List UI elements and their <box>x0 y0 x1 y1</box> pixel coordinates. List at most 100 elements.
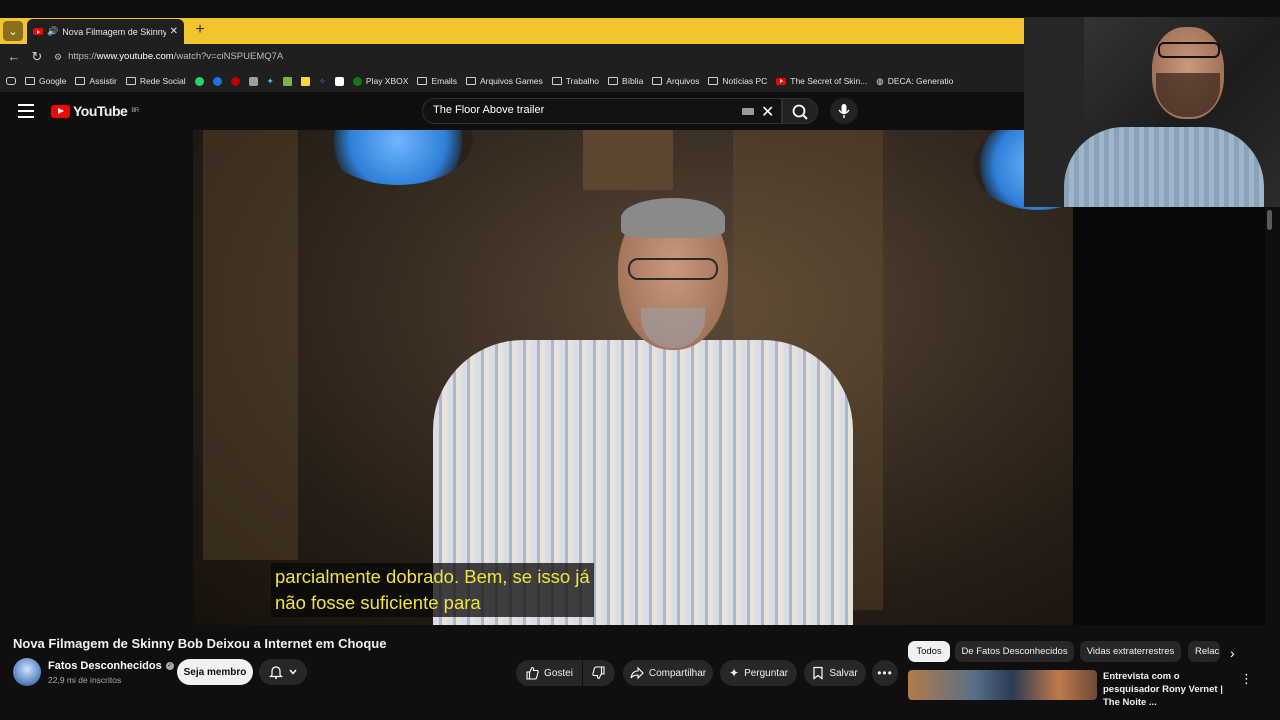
chip-relac[interactable]: Relac <box>1188 641 1220 662</box>
folder-icon <box>417 77 428 85</box>
bookmark-gray[interactable] <box>248 76 258 86</box>
tab-search-chevron-icon[interactable]: ⌄ <box>3 21 23 41</box>
reload-icon[interactable]: ↻ <box>29 49 45 65</box>
folder-icon <box>551 77 562 85</box>
sparkle-icon: ✦ <box>266 75 274 86</box>
bookmark-rede-social[interactable]: Rede Social <box>125 76 186 86</box>
apps-icon[interactable] <box>6 77 16 85</box>
channel-name-row[interactable]: Fatos Desconhecidos ✓ <box>48 660 174 672</box>
verified-check-icon: ✓ <box>165 662 174 670</box>
streamer-shirt <box>1064 127 1264 207</box>
clear-search-icon[interactable]: ✕ <box>761 102 774 122</box>
caption-line: parcialmente dobrado. Bem, se isso já <box>275 566 590 587</box>
menu-hamburger-icon[interactable] <box>18 104 34 118</box>
porthole-window <box>323 130 473 185</box>
share-arrow-icon <box>630 666 644 680</box>
more-vertical-icon[interactable]: ⋮ <box>1240 671 1253 687</box>
url-path: /watch?v=ciNSPUEMQ7A <box>173 51 284 62</box>
xbox-icon <box>352 76 362 86</box>
ask-button[interactable]: ✦ Perguntar <box>720 660 797 686</box>
browser-tab-active[interactable]: 🔊 Nova Filmagem de Skinny Bob Deixou a I… <box>27 19 184 44</box>
share-button[interactable]: Compartilhar <box>623 660 713 686</box>
like-label: Gostei <box>544 667 573 679</box>
sparkle-icon: ✦ <box>729 666 740 680</box>
bookmark-whatsapp[interactable] <box>194 76 204 86</box>
folder-icon <box>75 77 86 85</box>
bookmark-arquivos-games[interactable]: Arquivos Games <box>465 76 543 86</box>
bookmark-green[interactable] <box>282 76 292 86</box>
video-captions: parcialmente dobrado. Bem, se isso já nã… <box>271 563 594 617</box>
bookmark-blue[interactable] <box>212 76 222 86</box>
bookmark-play-xbox[interactable]: Play XBOX <box>352 76 408 86</box>
interviewee-hair <box>621 198 725 238</box>
bookmark-trabalho[interactable]: Trabalho <box>551 76 599 86</box>
bookmark-star[interactable]: ✦ <box>267 76 274 87</box>
video-player[interactable] <box>193 130 1073 625</box>
folder-icon <box>465 77 476 85</box>
chip-vidas-extraterrestres[interactable]: Vidas extraterrestres <box>1080 641 1181 662</box>
share-label: Compartilhar <box>648 667 707 679</box>
address-bar[interactable]: ⚙ https://www.youtube.com/watch?v=ciNSPU… <box>54 48 1022 66</box>
bookmark-google[interactable]: Google <box>25 76 66 86</box>
recommendation-thumbnail[interactable] <box>908 670 1097 700</box>
app-icon <box>282 76 292 86</box>
bookmark-icon <box>813 666 823 680</box>
folder-icon <box>652 77 663 85</box>
side-panel <box>1073 207 1268 625</box>
search-query[interactable]: The Floor Above trailer <box>433 104 544 116</box>
wall-frame <box>583 130 673 190</box>
more-actions-button[interactable]: ••• <box>872 660 898 686</box>
chevron-down-icon <box>288 669 297 675</box>
bookmark-assistir[interactable]: Assistir <box>75 76 117 86</box>
save-label: Salvar <box>829 667 858 679</box>
close-tab-icon[interactable]: ✕ <box>170 26 178 37</box>
back-arrow-icon[interactable]: ← <box>6 49 22 65</box>
dislike-button[interactable] <box>583 660 615 686</box>
bookmark-yellow[interactable] <box>300 76 310 86</box>
site-info-icon[interactable]: ⚙ <box>54 48 62 66</box>
thumbs-down-icon <box>592 666 605 680</box>
search-icon <box>792 104 808 120</box>
speaker-icon[interactable]: 🔊 <box>47 26 58 37</box>
page-scrollbar[interactable] <box>1265 207 1280 700</box>
bookmark-deca[interactable]: ◍ DECA: Generatio <box>876 76 953 87</box>
bookmark-secret-of-skin[interactable]: The Secret of Skin... <box>776 76 867 86</box>
app-icon: ✧ <box>318 75 326 86</box>
globe-icon: ◍ <box>876 75 884 86</box>
bookmark-arquivos[interactable]: Arquivos <box>652 76 699 86</box>
new-tab-button[interactable]: + <box>192 22 208 38</box>
bookmark-red[interactable] <box>230 76 240 86</box>
bookmark-biblia[interactable]: Bíblia <box>608 76 643 86</box>
bookmark-emails[interactable]: Emails <box>417 76 457 86</box>
bookmark-noticias-pc[interactable]: Notícias PC <box>708 76 767 86</box>
chip-de-fatos-desconhecidos[interactable]: De Fatos Desconhecidos <box>955 641 1074 662</box>
microphone-icon <box>838 104 850 118</box>
notifications-button[interactable] <box>259 659 307 685</box>
chip-todos[interactable]: Todos <box>908 641 950 662</box>
bell-icon <box>268 666 283 679</box>
keyboard-icon[interactable] <box>742 108 754 115</box>
bookmark-purple[interactable]: ✧ <box>319 76 326 87</box>
ask-label: Perguntar <box>744 667 788 679</box>
save-button[interactable]: Salvar <box>804 660 866 686</box>
voice-search-button[interactable] <box>830 98 858 124</box>
like-button[interactable]: Gostei <box>516 660 582 686</box>
youtube-logo[interactable]: YouTube BR <box>51 103 139 119</box>
channel-avatar[interactable] <box>13 658 41 686</box>
app-icon <box>300 76 310 86</box>
bookmark-s[interactable] <box>334 76 344 86</box>
folder-icon <box>708 77 719 85</box>
thumbs-up-icon <box>526 666 539 680</box>
folder-icon <box>25 77 35 85</box>
channel-name[interactable]: Fatos Desconhecidos <box>48 660 162 672</box>
join-membership-button[interactable]: Seja membro <box>177 659 253 685</box>
recommendation-title[interactable]: Entrevista com o pesquisador Rony Vernet… <box>1103 670 1233 709</box>
app-icon <box>334 76 344 86</box>
chevron-right-icon[interactable]: › <box>1230 645 1235 661</box>
caption-line: não fosse suficiente para <box>275 592 481 613</box>
app-icon <box>248 76 258 86</box>
scrollbar-thumb[interactable] <box>1267 210 1272 230</box>
search-button[interactable] <box>782 98 818 124</box>
app-icon <box>230 76 240 86</box>
glasses <box>628 258 718 280</box>
